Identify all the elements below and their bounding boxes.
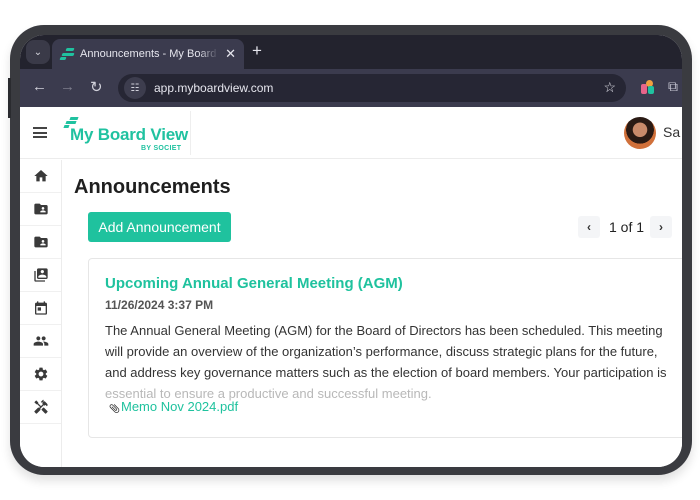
home-icon <box>33 170 48 182</box>
body-line: will provide an overview of the organiza… <box>105 344 658 359</box>
screen: ⌄ Announcements - My Board View ✕ + ← → … <box>20 35 682 467</box>
gear-icon <box>34 367 47 381</box>
sidebar-item-contacts[interactable] <box>20 259 61 292</box>
favicon-icon <box>59 48 75 60</box>
contacts-library-icon <box>33 268 48 282</box>
sidebar-item-tools[interactable] <box>20 391 61 424</box>
chevron-down-icon: ⌄ <box>33 46 43 58</box>
sidebar-item-people[interactable] <box>20 325 61 358</box>
body-line: and address key governance matters such … <box>105 365 667 380</box>
page-title: Announcements <box>74 176 231 198</box>
body-line: The Annual General Meeting (AGM) for the… <box>105 323 663 338</box>
attachment-link[interactable]: Memo Nov 2024.pdf <box>121 399 238 414</box>
announcement-card: Upcoming Annual General Meeting (AGM) 11… <box>88 258 682 438</box>
reload-icon[interactable]: ↻ <box>90 78 103 96</box>
folder-account-icon <box>33 236 48 248</box>
calendar-icon <box>34 301 47 315</box>
avatar[interactable] <box>624 117 656 149</box>
add-announcement-button[interactable]: Add Announcement <box>88 212 231 242</box>
sidebar <box>20 160 62 467</box>
next-page-button[interactable]: › <box>650 216 672 238</box>
sidebar-item-home[interactable] <box>20 160 61 193</box>
announcement-title[interactable]: Upcoming Annual General Meeting (AGM) <box>105 275 403 292</box>
browser-tab-active[interactable]: Announcements - My Board View ✕ <box>52 39 244 69</box>
app: My Board View BY SOCIET Sa Announcements… <box>20 107 682 467</box>
sidebar-item-folder-2[interactable] <box>20 226 61 259</box>
extensions-puzzle-icon[interactable]: ⧉ <box>668 78 678 95</box>
tab-title: Announcements - My Board View <box>80 48 219 60</box>
people-icon <box>33 336 48 346</box>
announcement-body: The Annual General Meeting (AGM) for the… <box>105 320 682 404</box>
main-content: Announcements Add Announcement ‹ 1 of 1 … <box>62 160 682 467</box>
tab-search-button[interactable]: ⌄ <box>26 40 50 64</box>
logo-subtitle: BY SOCIET <box>141 145 182 152</box>
tools-icon <box>33 399 48 414</box>
back-icon[interactable]: ← <box>32 78 47 95</box>
site-info-icon[interactable]: ☷ <box>124 77 146 99</box>
app-header: My Board View BY SOCIET Sa <box>20 107 682 159</box>
announcement-date: 11/26/2024 3:37 PM <box>105 298 214 312</box>
logo-title: My Board View <box>70 125 189 144</box>
hamburger-menu-icon[interactable] <box>33 127 47 138</box>
chevron-left-icon: ‹ <box>587 220 591 234</box>
close-tab-icon[interactable]: ✕ <box>225 46 236 62</box>
divider <box>190 111 191 155</box>
url-text[interactable]: app.myboardview.com <box>154 81 273 95</box>
previous-page-button[interactable]: ‹ <box>578 216 600 238</box>
chevron-right-icon: › <box>659 220 663 234</box>
sidebar-item-settings[interactable] <box>20 358 61 391</box>
page-indicator: 1 of 1 <box>609 219 645 235</box>
side-button <box>8 78 11 118</box>
user-name[interactable]: Sa <box>663 124 680 140</box>
extension-icon[interactable] <box>640 79 656 95</box>
sidebar-item-folder-1[interactable] <box>20 193 61 226</box>
forward-icon[interactable]: → <box>60 78 75 95</box>
address-bar[interactable]: ☷ app.myboardview.com ☆ <box>118 74 626 102</box>
browser-tab-bar: ⌄ Announcements - My Board View ✕ + <box>20 35 682 69</box>
bookmark-star-icon[interactable]: ☆ <box>603 79 616 96</box>
new-tab-button[interactable]: + <box>252 41 262 61</box>
attachment[interactable]: Memo Nov 2024.pdf <box>105 399 238 414</box>
sidebar-item-calendar[interactable] <box>20 292 61 325</box>
folder-account-icon <box>33 203 48 215</box>
browser-toolbar: ← → ↻ ☷ app.myboardview.com ☆ ⧉ <box>20 69 682 107</box>
